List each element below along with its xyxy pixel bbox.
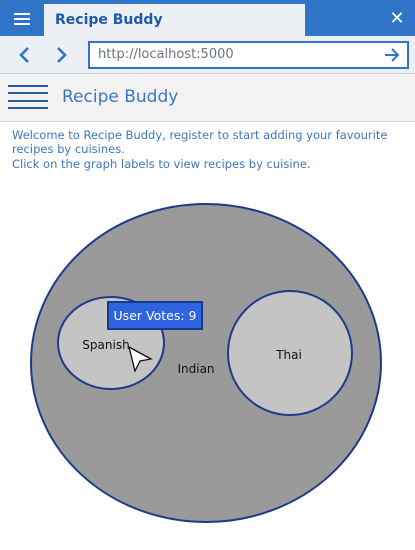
thai-label[interactable]: Thai <box>275 348 302 362</box>
votes-tooltip: User Votes: 9 <box>107 301 203 330</box>
indian-label[interactable]: Indian <box>177 362 214 376</box>
forward-icon[interactable] <box>49 42 73 68</box>
intro-line-2: Click on the graph labels to view recipe… <box>12 156 311 171</box>
intro-line-1: Welcome to Recipe Buddy, register to sta… <box>12 128 388 157</box>
url-input[interactable]: http://localhost:5000 <box>88 41 409 69</box>
url-text: http://localhost:5000 <box>98 47 234 62</box>
intro-text: Welcome to Recipe Buddy, register to sta… <box>12 128 407 171</box>
browser-menu-icon[interactable] <box>6 6 38 32</box>
app-header: Recipe Buddy <box>0 74 415 122</box>
spanish-label[interactable]: Spanish <box>82 338 129 352</box>
app-title: Recipe Buddy <box>62 87 179 107</box>
browser-titlebar: Recipe Buddy ✕ <box>0 0 415 36</box>
browser-navbar: http://localhost:5000 <box>0 36 415 74</box>
close-icon[interactable]: ✕ <box>385 6 409 32</box>
cuisine-bubble-chart: Indian Spanish Thai <box>30 203 382 523</box>
tab-title: Recipe Buddy <box>55 12 163 28</box>
go-arrow-icon[interactable] <box>381 45 403 65</box>
back-icon[interactable] <box>13 42 37 68</box>
mouse-cursor-icon <box>128 345 153 373</box>
app-menu-icon[interactable] <box>8 85 48 109</box>
browser-tab[interactable]: Recipe Buddy <box>44 4 305 36</box>
